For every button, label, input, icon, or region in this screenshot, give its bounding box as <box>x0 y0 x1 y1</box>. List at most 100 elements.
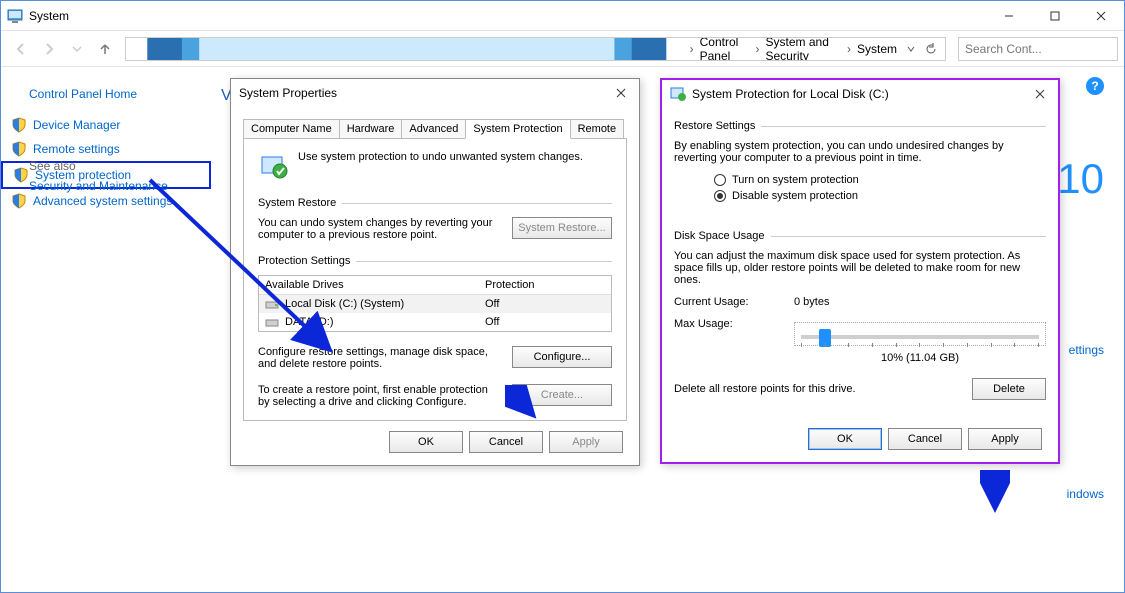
drives-table[interactable]: Available Drives Protection Local Disk (… <box>258 275 612 332</box>
sidebar-remote-settings[interactable]: Remote settings <box>1 137 211 161</box>
lead-text: Use system protection to undo unwanted s… <box>298 151 583 163</box>
dialog-close-button[interactable] <box>611 83 631 103</box>
titlebar: System <box>1 1 1124 31</box>
address-system-icon <box>130 37 684 61</box>
ok-button[interactable]: OK <box>389 431 463 453</box>
delete-button[interactable]: Delete <box>972 378 1046 400</box>
create-button[interactable]: Create... <box>512 384 612 406</box>
sidebar: Control Panel Home Device Manager Remote… <box>1 67 211 213</box>
windows-10-logo-text: 10 <box>1057 155 1104 203</box>
slider-caption: 10% (11.04 GB) <box>794 352 1046 364</box>
sidebar-device-manager[interactable]: Device Manager <box>1 113 211 137</box>
radio-icon <box>714 190 726 202</box>
current-usage-label: Current Usage: <box>674 296 794 308</box>
col-available-drives: Available Drives <box>259 276 479 294</box>
refresh-button[interactable] <box>921 43 941 55</box>
configure-button[interactable]: Configure... <box>512 346 612 368</box>
max-usage-label: Max Usage: <box>674 318 794 330</box>
create-desc: To create a restore point, first enable … <box>258 384 512 408</box>
chevron-right-icon: › <box>756 42 760 56</box>
drive-name: Local Disk (C:) (System) <box>285 298 404 310</box>
address-dropdown[interactable] <box>901 44 921 54</box>
configure-desc: Configure restore settings, manage disk … <box>258 346 512 370</box>
drive-row-d[interactable]: DATA (D:) Off <box>259 313 611 331</box>
shield-icon <box>13 167 29 183</box>
see-also-heading: See also <box>29 159 76 173</box>
tab-page: Use system protection to undo unwanted s… <box>243 138 627 421</box>
chevron-right-icon: › <box>847 42 851 56</box>
shield-icon <box>11 141 27 157</box>
search-placeholder: Search Cont... <box>965 42 1042 56</box>
tab-hardware[interactable]: Hardware <box>339 119 403 139</box>
dialog-titlebar: System Protection for Local Disk (C:) <box>662 80 1058 108</box>
right-edge: ? 10 ettings indows <box>1054 67 1124 592</box>
system-protection-icon <box>670 86 686 102</box>
breadcrumb-system[interactable]: System <box>853 42 901 56</box>
ok-button[interactable]: OK <box>808 428 882 450</box>
control-panel-home-link[interactable]: Control Panel Home <box>1 87 211 113</box>
tab-computer-name[interactable]: Computer Name <box>243 119 340 139</box>
group-restore-settings: Restore Settings <box>674 120 755 132</box>
window-title: System <box>29 9 69 23</box>
system-icon <box>7 8 23 24</box>
recent-dropdown[interactable] <box>63 35 91 63</box>
maximize-button[interactable] <box>1032 1 1078 31</box>
drive-protection: Off <box>479 313 599 331</box>
delete-desc: Delete all restore points for this drive… <box>674 383 972 395</box>
system-restore-button[interactable]: System Restore... <box>512 217 612 239</box>
current-usage-value: 0 bytes <box>794 296 829 308</box>
group-system-restore: System Restore <box>258 197 336 209</box>
cancel-button[interactable]: Cancel <box>469 431 543 453</box>
help-icon[interactable]: ? <box>1086 77 1104 95</box>
radio-turn-on[interactable]: Turn on system protection <box>714 174 1046 186</box>
breadcrumb-system-security[interactable]: System and Security <box>762 37 846 61</box>
sidebar-item-label: Remote settings <box>33 142 120 156</box>
sidebar-item-label: Device Manager <box>33 118 120 132</box>
tab-system-protection[interactable]: System Protection <box>465 119 570 139</box>
chevron-right-icon: › <box>690 42 694 56</box>
shield-icon <box>11 193 27 209</box>
cancel-button[interactable]: Cancel <box>888 428 962 450</box>
up-button[interactable] <box>91 35 119 63</box>
restore-desc: You can undo system changes by reverting… <box>258 217 512 241</box>
radio-icon <box>714 174 726 186</box>
back-button[interactable] <box>7 35 35 63</box>
tab-strip: Computer Name Hardware Advanced System P… <box>243 119 627 139</box>
drive-protection: Off <box>479 295 599 313</box>
drive-icon <box>265 298 279 310</box>
radio-label: Turn on system protection <box>732 174 859 186</box>
restore-settings-desc: By enabling system protection, you can u… <box>674 140 1046 164</box>
address-bar[interactable]: › Control Panel › System and Security › … <box>125 37 946 61</box>
forward-button[interactable] <box>35 35 63 63</box>
minimize-button[interactable] <box>986 1 1032 31</box>
sidebar-item-label: Advanced system settings <box>33 194 172 208</box>
drive-name: DATA (D:) <box>285 316 333 328</box>
system-protection-icon <box>258 151 290 183</box>
max-usage-slider[interactable] <box>794 322 1046 346</box>
radio-label: Disable system protection <box>732 190 858 202</box>
breadcrumb-control-panel[interactable]: Control Panel <box>696 37 754 61</box>
group-protection-settings: Protection Settings <box>258 255 350 267</box>
dialog-title: System Protection for Local Disk (C:) <box>692 87 889 101</box>
windows-link-partial[interactable]: indows <box>1067 487 1104 501</box>
apply-button[interactable]: Apply <box>968 428 1042 450</box>
tab-advanced[interactable]: Advanced <box>401 119 466 139</box>
system-properties-dialog: System Properties Computer Name Hardware… <box>230 78 640 466</box>
close-button[interactable] <box>1078 1 1124 31</box>
search-input[interactable]: Search Cont... <box>958 37 1118 61</box>
col-protection: Protection <box>479 276 599 294</box>
drive-row-c[interactable]: Local Disk (C:) (System) Off <box>259 295 611 313</box>
drive-icon <box>265 316 279 328</box>
dialog-title: System Properties <box>239 86 337 100</box>
apply-button[interactable]: Apply <box>549 431 623 453</box>
security-maintenance-link[interactable]: Security and Maintenance <box>29 179 168 193</box>
dialog-titlebar: System Properties <box>231 79 639 107</box>
settings-link-partial[interactable]: ettings <box>1069 343 1104 357</box>
nav-bar: › Control Panel › System and Security › … <box>1 31 1124 67</box>
radio-disable[interactable]: Disable system protection <box>714 190 1046 202</box>
shield-icon <box>11 117 27 133</box>
group-disk-space-usage: Disk Space Usage <box>674 230 765 242</box>
tab-remote[interactable]: Remote <box>570 119 625 139</box>
dialog-close-button[interactable] <box>1030 84 1050 104</box>
system-protection-config-dialog: System Protection for Local Disk (C:) Re… <box>660 78 1060 464</box>
